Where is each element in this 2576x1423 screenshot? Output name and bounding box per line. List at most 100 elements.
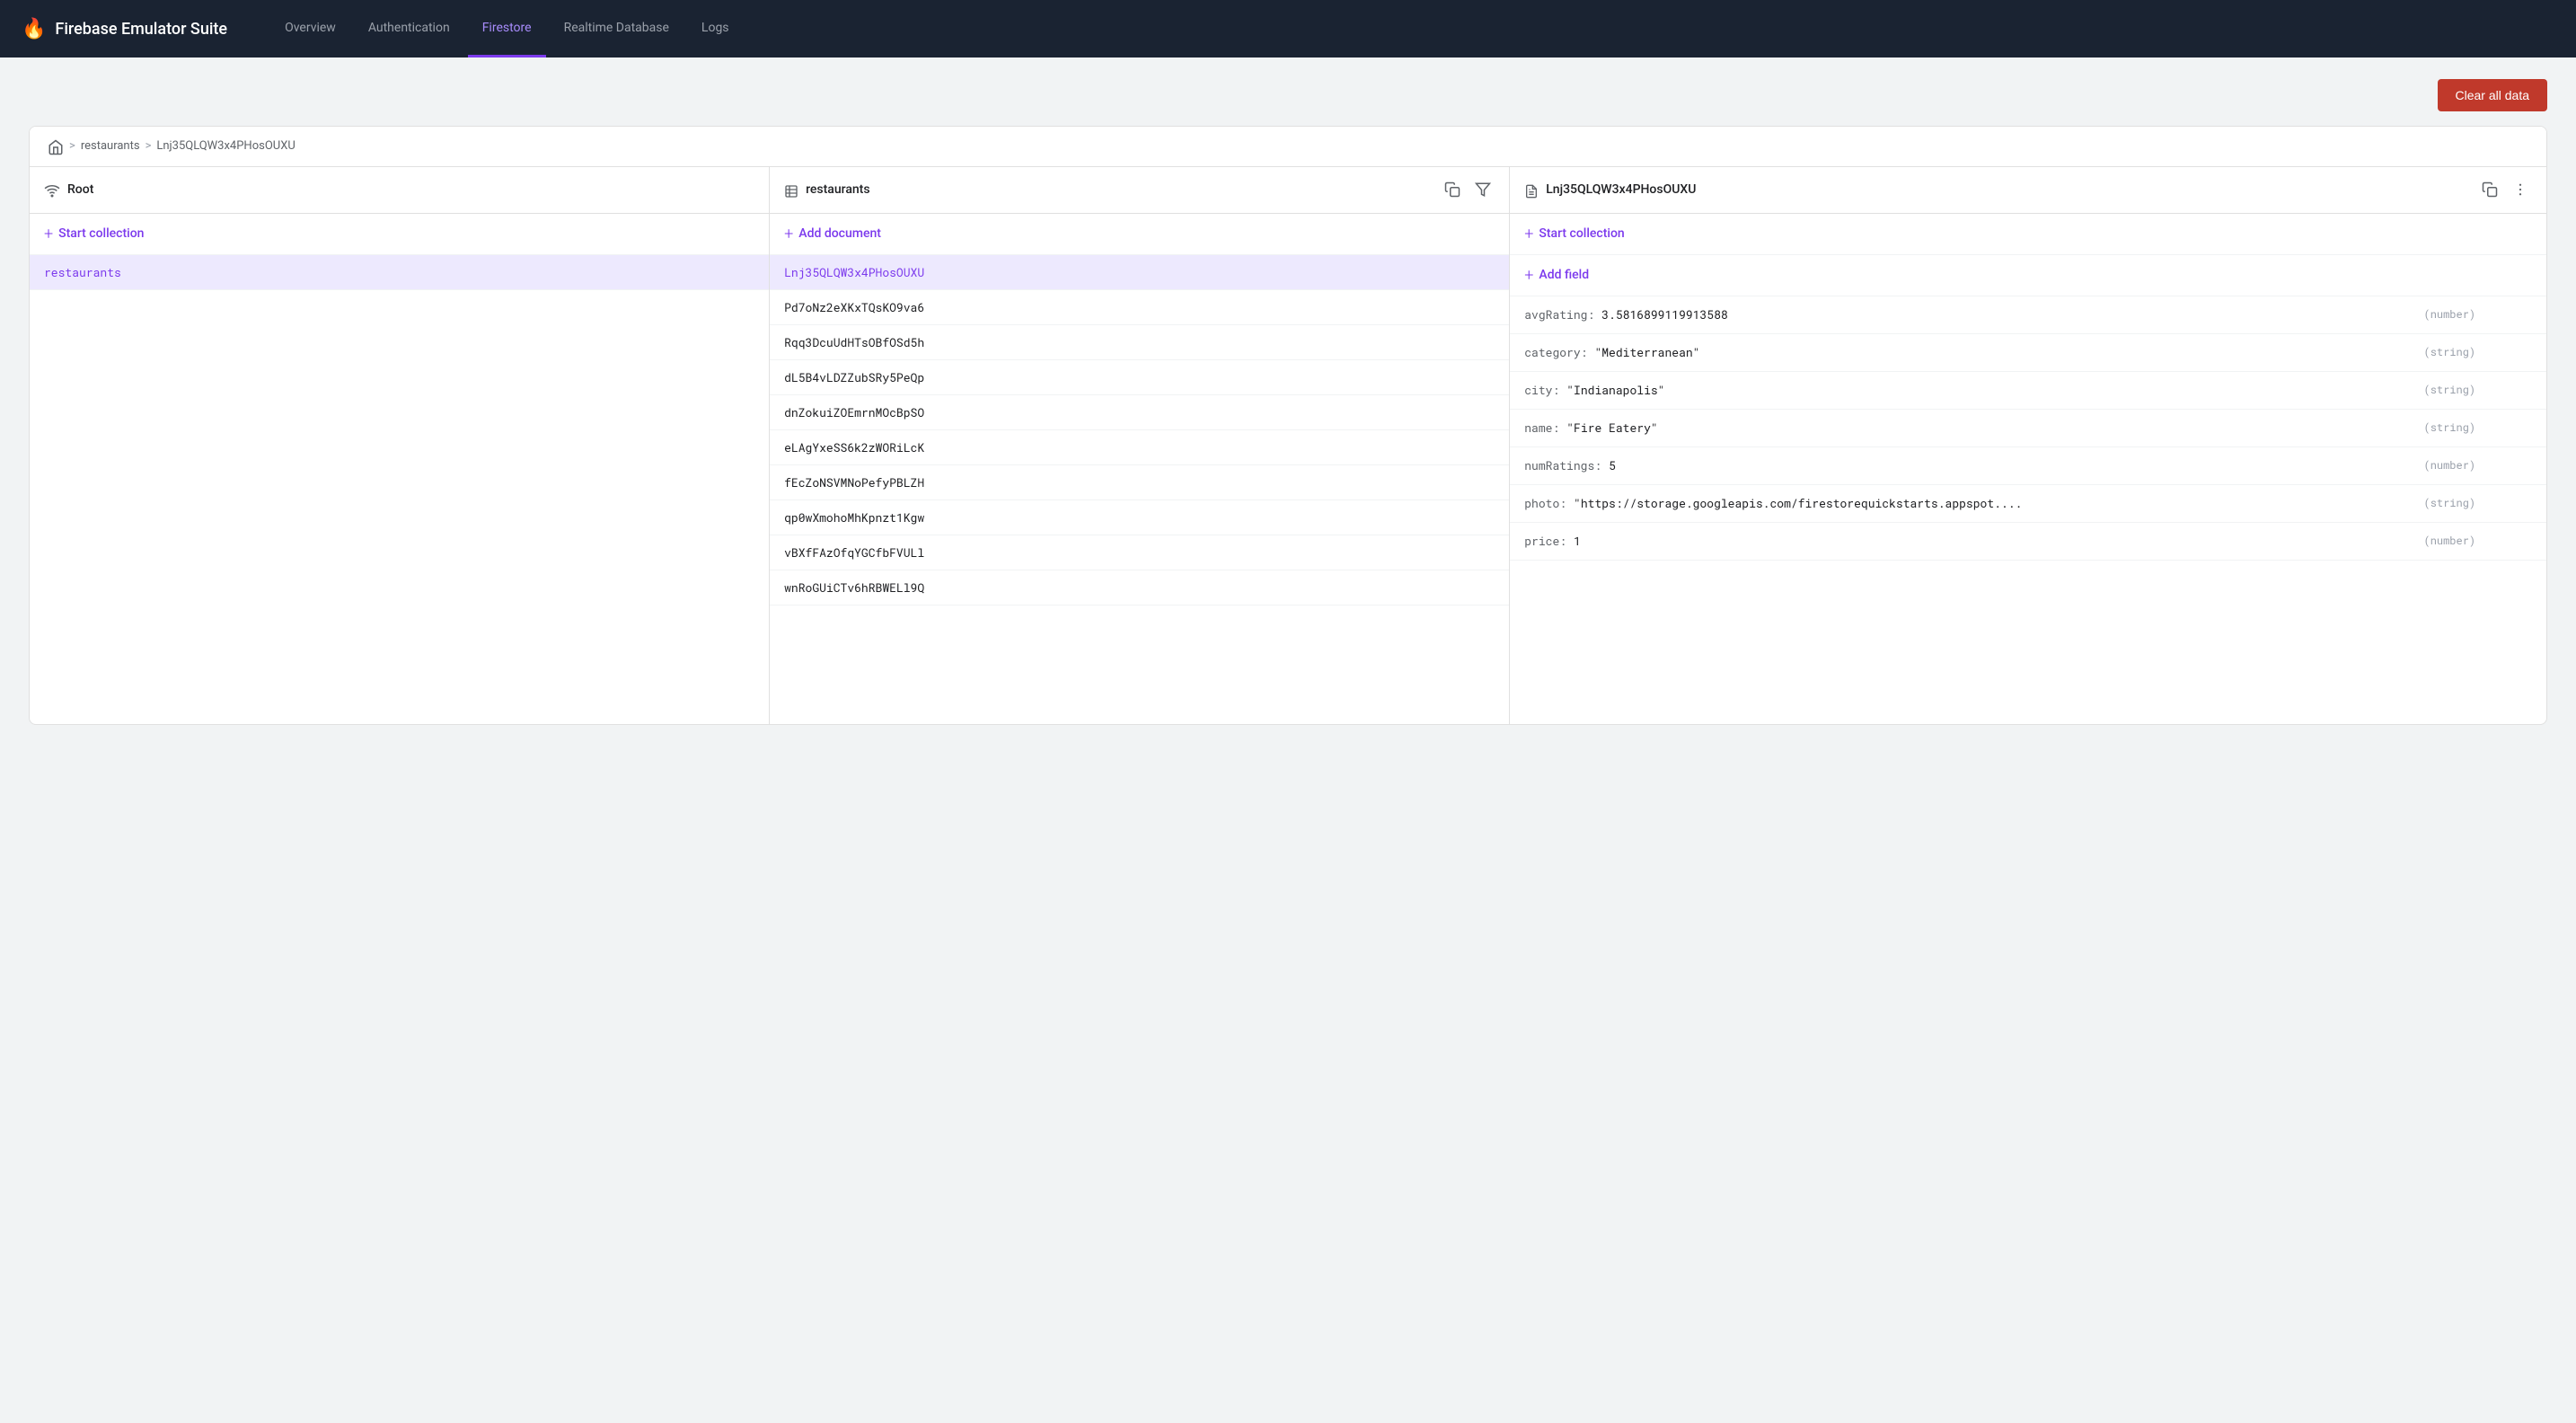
clear-all-button[interactable]: Clear all data xyxy=(2438,79,2548,111)
add-field-label: Add field xyxy=(1539,268,1589,282)
plus-icon-doc-collection: + xyxy=(1524,225,1533,243)
doc-item-vbx[interactable]: vBXfFAzOfqYGCfbFVULl xyxy=(770,535,1509,570)
plus-icon-field: + xyxy=(1524,266,1533,285)
add-field-button[interactable]: + Add field xyxy=(1510,255,2546,296)
edit-avgRating-button[interactable]: ✏️ xyxy=(2483,305,2505,324)
brand-name: Firebase Emulator Suite xyxy=(55,20,227,39)
field-category: category: "Mediterranean" (string) ✏️ 🗑️ xyxy=(1510,334,2546,372)
field-key-photo: photo: xyxy=(1524,495,1566,511)
field-type-name: (string) xyxy=(2424,420,2476,435)
field-type-photo: (string) xyxy=(2424,496,2476,510)
field-value-avgRating: 3.5816899119913588 xyxy=(1601,306,2416,323)
field-value-price: 1 xyxy=(1574,533,2416,549)
field-key-category: category: xyxy=(1524,344,1587,360)
delete-city-button[interactable]: 🗑️ xyxy=(2510,381,2532,400)
filter-collection-button[interactable] xyxy=(1471,178,1495,201)
start-subcollection-button[interactable]: + Start collection xyxy=(1510,214,2546,255)
field-value-city: "Indianapolis" xyxy=(1566,382,2416,398)
columns: Root + Start collection restaurants xyxy=(30,167,2546,724)
document-col-body: + Start collection + Add field avgRating… xyxy=(1510,214,2546,724)
field-key-name: name: xyxy=(1524,420,1559,436)
field-type-category: (string) xyxy=(2424,345,2476,359)
root-column: Root + Start collection restaurants xyxy=(30,167,770,724)
doc-item-lnj[interactable]: Lnj35QLQW3x4PHosOUXU xyxy=(770,255,1509,290)
edit-photo-button[interactable]: ✏️ xyxy=(2483,494,2505,513)
edit-category-button[interactable]: ✏️ xyxy=(2483,343,2505,362)
add-document-button[interactable]: + Add document xyxy=(770,214,1509,255)
delete-avgRating-button[interactable]: 🗑️ xyxy=(2510,305,2532,324)
root-col-header: Root xyxy=(30,167,769,214)
copy-collection-button[interactable] xyxy=(1441,178,1464,201)
field-value-name: "Fire Eatery" xyxy=(1566,420,2416,436)
breadcrumb-sep-2: > xyxy=(146,139,152,153)
firestore-panel: > restaurants > Lnj35QLQW3x4PHosOUXU xyxy=(29,126,2547,725)
doc-item-fec[interactable]: fEcZoNSVMNoPefyPBLZH xyxy=(770,465,1509,500)
nav-item-firestore[interactable]: Firestore xyxy=(468,0,546,57)
restaurants-col-title: restaurants xyxy=(806,182,1434,197)
doc-item-ela[interactable]: eLAgYxeSS6k2zWORiLcK xyxy=(770,430,1509,465)
copy-document-button[interactable] xyxy=(2478,178,2501,201)
doc-item-wnr[interactable]: wnRoGUiCTv6hRBWELl9Q xyxy=(770,570,1509,605)
doc-item-dl5[interactable]: dL5B4vLDZZubSRy5PeQp xyxy=(770,360,1509,395)
more-document-button[interactable] xyxy=(2509,178,2532,201)
root-col-title: Root xyxy=(67,182,754,197)
edit-city-button[interactable]: ✏️ xyxy=(2483,381,2505,400)
field-key-avgRating: avgRating: xyxy=(1524,306,1594,323)
restaurants-col-body: + Add document Lnj35QLQW3x4PHosOUXU Pd7o… xyxy=(770,214,1509,724)
main-nav: Overview Authentication Firestore Realti… xyxy=(270,0,743,57)
breadcrumb-sep-1: > xyxy=(69,139,75,153)
field-key-price: price: xyxy=(1524,533,1566,549)
field-avgRating: avgRating: 3.5816899119913588 (number) ✏… xyxy=(1510,296,2546,334)
nav-item-overview[interactable]: Overview xyxy=(270,0,350,57)
plus-icon-root: + xyxy=(44,225,53,243)
edit-price-button[interactable]: ✏️ xyxy=(2483,532,2505,551)
restaurants-col-header: restaurants xyxy=(770,167,1509,214)
edit-name-button[interactable]: ✏️ xyxy=(2483,419,2505,438)
document-icon xyxy=(1524,181,1539,199)
field-type-city: (string) xyxy=(2424,383,2476,397)
start-collection-button[interactable]: + Start collection xyxy=(30,214,769,255)
fire-icon: 🔥 xyxy=(22,18,46,40)
field-numRatings: numRatings: 5 (number) ✏️ 🗑️ xyxy=(1510,447,2546,485)
add-document-label: Add document xyxy=(798,226,881,241)
breadcrumb: > restaurants > Lnj35QLQW3x4PHosOUXU xyxy=(30,127,2546,167)
field-type-numRatings: (number) xyxy=(2424,458,2476,473)
breadcrumb-doc-id: Lnj35QLQW3x4PHosOUXU xyxy=(156,139,295,153)
field-photo: photo: "https://storage.googleapis.com/f… xyxy=(1510,485,2546,523)
delete-name-button[interactable]: 🗑️ xyxy=(2510,419,2532,438)
delete-photo-button[interactable]: 🗑️ xyxy=(2510,494,2532,513)
root-item-restaurants[interactable]: restaurants xyxy=(30,255,769,290)
field-city: city: "Indianapolis" (string) ✏️ 🗑️ xyxy=(1510,372,2546,410)
delete-numRatings-button[interactable]: 🗑️ xyxy=(2510,456,2532,475)
field-value-numRatings: 5 xyxy=(1609,457,2416,473)
start-subcollection-label: Start collection xyxy=(1539,226,1624,241)
plus-icon-restaurants: + xyxy=(784,225,793,243)
nav-item-authentication[interactable]: Authentication xyxy=(354,0,464,57)
doc-item-qp0[interactable]: qp0wXmohoMhKpnzt1Kgw xyxy=(770,500,1509,535)
field-type-avgRating: (number) xyxy=(2424,307,2476,322)
doc-item-rqq[interactable]: Rqq3DcuUdHTsOBfOSd5h xyxy=(770,325,1509,360)
field-key-city: city: xyxy=(1524,382,1559,398)
nav-item-logs[interactable]: Logs xyxy=(687,0,744,57)
restaurants-column: restaurants xyxy=(770,167,1510,724)
brand: 🔥 Firebase Emulator Suite xyxy=(22,18,227,40)
delete-price-button[interactable]: 🗑️ xyxy=(2510,532,2532,551)
breadcrumb-restaurants[interactable]: restaurants xyxy=(81,139,140,153)
field-key-numRatings: numRatings: xyxy=(1524,457,1601,473)
root-icon xyxy=(44,181,60,199)
document-column: Lnj35QLQW3x4PHosOUXU xyxy=(1510,167,2546,724)
delete-category-button[interactable]: 🗑️ xyxy=(2510,343,2532,362)
document-col-title: Lnj35QLQW3x4PHosOUXU xyxy=(1546,182,2471,197)
document-col-header: Lnj35QLQW3x4PHosOUXU xyxy=(1510,167,2546,214)
field-value-category: "Mediterranean" xyxy=(1594,344,2416,360)
main-content: Clear all data > restaurants > Lnj35QLQW… xyxy=(0,57,2576,747)
doc-item-pd7[interactable]: Pd7oNz2eXKxTQsKO9va6 xyxy=(770,290,1509,325)
collection-icon xyxy=(784,181,798,199)
home-icon[interactable] xyxy=(48,137,64,155)
restaurants-col-actions xyxy=(1441,178,1495,201)
field-name: name: "Fire Eatery" (string) ✏️ 🗑️ xyxy=(1510,410,2546,447)
nav-item-realtime-database[interactable]: Realtime Database xyxy=(550,0,684,57)
edit-numRatings-button[interactable]: ✏️ xyxy=(2483,456,2505,475)
doc-item-dnz[interactable]: dnZokuiZOEmrnMOcBpSO xyxy=(770,395,1509,430)
root-col-body: + Start collection restaurants xyxy=(30,214,769,724)
